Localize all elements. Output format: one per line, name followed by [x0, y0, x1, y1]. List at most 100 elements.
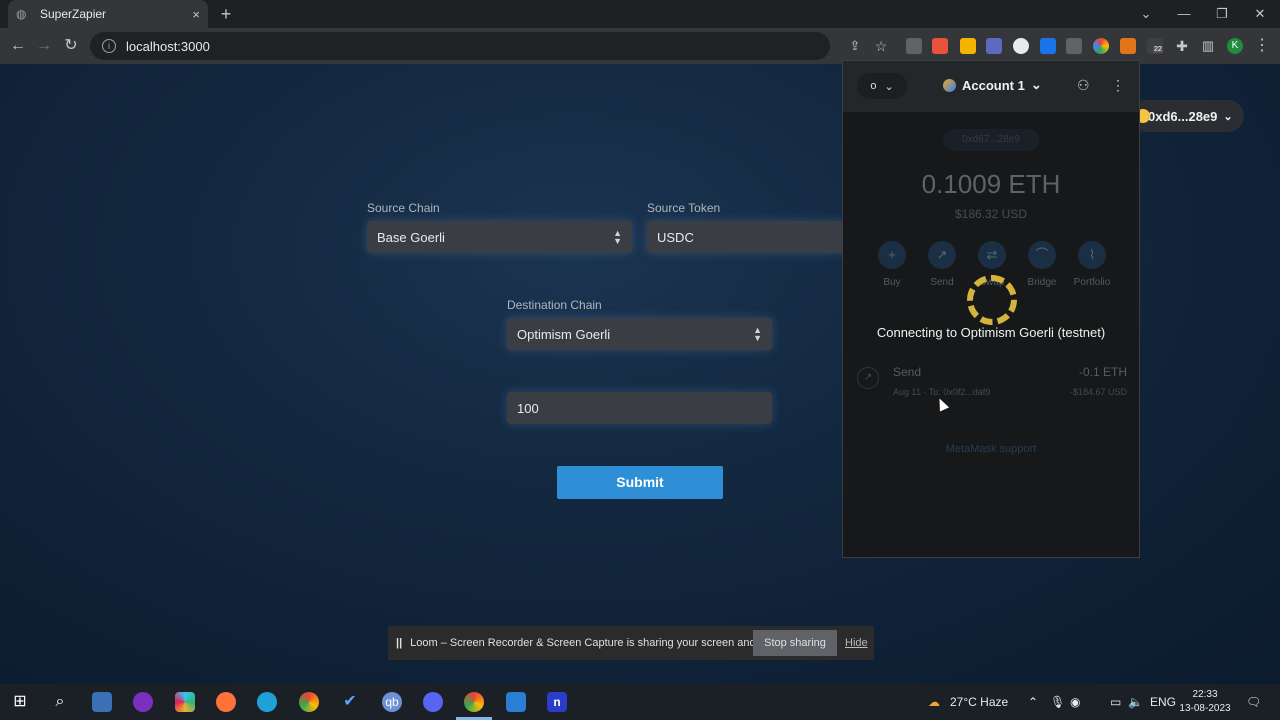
arrow-up-right-icon: ↗	[928, 241, 956, 269]
metamask-popup: o ⌄ Account 1 ⌄ ⚇ ⋮ 0xd67...28e9 0.1009 …	[842, 60, 1140, 558]
amount-input[interactable]: 100	[507, 392, 772, 424]
extension-icon-3[interactable]	[960, 38, 976, 54]
extension-icon-8[interactable]	[1093, 38, 1109, 54]
account-address: 0xd6...28e9	[1148, 108, 1218, 124]
bookmark-star-icon[interactable]: ☆	[871, 36, 891, 56]
connecting-status: Connecting to Optimism Goerli (testnet)	[876, 325, 1106, 340]
firefox-icon[interactable]	[216, 692, 236, 712]
notion-n-icon[interactable]: n	[547, 692, 567, 712]
qbittorrent-icon[interactable]: qb	[382, 692, 402, 712]
send-tx-icon: ↗	[857, 367, 879, 389]
globe-icon: ◍	[16, 7, 27, 21]
notification-icon[interactable]: 🗨	[1246, 684, 1261, 720]
avatar[interactable]: K	[1227, 38, 1243, 54]
stop-sharing-button[interactable]: Stop sharing	[753, 630, 837, 656]
send-action[interactable]: ↗ Send	[917, 241, 967, 288]
extension-icon-6[interactable]	[1040, 38, 1056, 54]
new-tab-button[interactable]: +	[216, 4, 236, 24]
slack-icon[interactable]	[175, 692, 195, 712]
options-menu-icon[interactable]: ⋮	[1111, 77, 1125, 94]
tx-usd: -$184.67 USD	[1069, 387, 1127, 397]
network-short: o	[870, 80, 877, 92]
source-token-select[interactable]: USDC	[647, 221, 847, 253]
usd-balance: $186.32 USD	[954, 207, 1028, 221]
microphone-icon[interactable]: 🎙	[1050, 684, 1065, 720]
tx-details: Aug 11 · To: 0x0f2...daf9	[893, 387, 991, 397]
site-info-icon[interactable]: i	[102, 39, 116, 53]
action-label: Buy	[883, 277, 901, 288]
source-chain-select[interactable]: Base Goerli ▲ ▼	[367, 221, 632, 253]
eth-balance: 0.1009 ETH	[921, 169, 1061, 199]
chevron-down-icon: ⌄	[884, 80, 894, 93]
account-pill-button[interactable]: 0xd6...28e9 ⌄	[1130, 100, 1244, 132]
bridge-action[interactable]: ⌒ Bridge	[1017, 241, 1067, 288]
share-icon[interactable]: ⇪	[845, 36, 865, 56]
portfolio-action[interactable]: ⌇ Portfolio	[1067, 241, 1117, 288]
browser-tab[interactable]: ◍ SuperZapier ×	[8, 0, 208, 28]
taskbar: ⊞ ⌕ ✔ qb n ☁ 27°C Haze ⌃ 🎙 ◉ ▭ 🔈 ENG 22:…	[0, 684, 1280, 720]
metamask-body: 0xd67...28e9 0.1009 ETH $186.32 USD + Bu…	[843, 113, 1139, 557]
github-icon[interactable]	[133, 692, 153, 712]
buy-action[interactable]: + Buy	[867, 241, 917, 288]
extension-icon-7[interactable]	[1066, 38, 1082, 54]
forward-icon[interactable]: →	[34, 36, 54, 56]
chevron-up-icon[interactable]: ⌃	[1028, 684, 1038, 720]
chevron-down-icon: ⌄	[1223, 110, 1233, 123]
metamask-support-link[interactable]: MetaMask support	[843, 443, 1139, 455]
address-bar[interactable]: i localhost:3000	[90, 32, 830, 60]
tab-strip: ◍ SuperZapier × + ⌄ — ❐ ✕	[0, 0, 1280, 28]
chevron-down-icon: ⌄	[1030, 77, 1042, 92]
tab-title: SuperZapier	[40, 7, 107, 21]
chevron-updown-icon: ▲ ▼	[753, 325, 762, 343]
minimize-icon[interactable]: —	[1165, 0, 1203, 28]
weather-icon: ☁	[928, 695, 940, 709]
side-panel-icon[interactable]: ▥	[1198, 36, 1218, 56]
menu-icon[interactable]: ⋮	[1252, 36, 1272, 56]
file-explorer-icon[interactable]	[92, 692, 112, 712]
network-icon[interactable]: ◉	[1070, 684, 1080, 720]
weather-text[interactable]: 27°C Haze	[950, 684, 1008, 720]
destination-chain-label: Destination Chain	[507, 298, 602, 312]
close-window-icon[interactable]: ✕	[1241, 0, 1279, 28]
account-menu[interactable]: Account 1 ⌄	[943, 77, 1042, 93]
clock-date: 13-08-2023	[1179, 703, 1231, 714]
chrome-active-icon[interactable]	[464, 692, 484, 712]
windows-start-icon[interactable]: ⊞	[10, 692, 30, 712]
hide-link[interactable]: Hide	[845, 626, 868, 660]
clock-time: 22:33	[1192, 689, 1218, 700]
language-indicator[interactable]: ENG	[1150, 684, 1176, 720]
submit-button[interactable]: Submit	[557, 466, 723, 499]
tab-search-icon[interactable]: ⌄	[1127, 0, 1165, 28]
action-label: Bridge	[1027, 277, 1057, 288]
clock[interactable]: 22:33 13-08-2023	[1176, 688, 1234, 716]
back-icon[interactable]: ←	[8, 36, 28, 56]
extension-icon-2[interactable]	[932, 38, 948, 54]
discord-icon[interactable]	[423, 692, 443, 712]
extension-icon-1[interactable]	[906, 38, 922, 54]
account-name: Account 1	[962, 77, 1025, 93]
source-token-label: Source Token	[647, 201, 721, 215]
volume-icon[interactable]: 🔈	[1128, 684, 1143, 720]
puzzle-icon[interactable]: ✚	[1172, 36, 1192, 56]
vscode-icon[interactable]	[506, 692, 526, 712]
metamask-fox-icon[interactable]	[1120, 38, 1136, 54]
extension-icon-4[interactable]	[986, 38, 1002, 54]
todo-check-icon[interactable]: ✔	[340, 692, 360, 712]
extension-icon-10[interactable]: 22	[1147, 38, 1163, 54]
source-chain-label: Source Chain	[367, 201, 440, 215]
reload-icon[interactable]: ↻	[61, 36, 81, 56]
chart-icon: ⌇	[1078, 241, 1106, 269]
connected-sites-icon[interactable]: ⚇	[1077, 77, 1090, 94]
amount-value: 100	[517, 400, 539, 416]
close-tab-icon[interactable]: ×	[192, 7, 200, 22]
chrome-icon[interactable]	[299, 692, 319, 712]
display-icon[interactable]: ▭	[1110, 684, 1121, 720]
destination-chain-select[interactable]: Optimism Goerli ▲ ▼	[507, 318, 772, 350]
tx-amount: -0.1 ETH	[1078, 365, 1127, 379]
edge-icon[interactable]	[257, 692, 277, 712]
search-icon[interactable]: ⌕	[50, 692, 70, 712]
extension-icon-5[interactable]	[1013, 38, 1029, 54]
network-picker[interactable]: o ⌄	[857, 73, 907, 99]
maximize-icon[interactable]: ❐	[1203, 0, 1241, 28]
address-copy-button[interactable]: 0xd67...28e9	[943, 129, 1039, 151]
